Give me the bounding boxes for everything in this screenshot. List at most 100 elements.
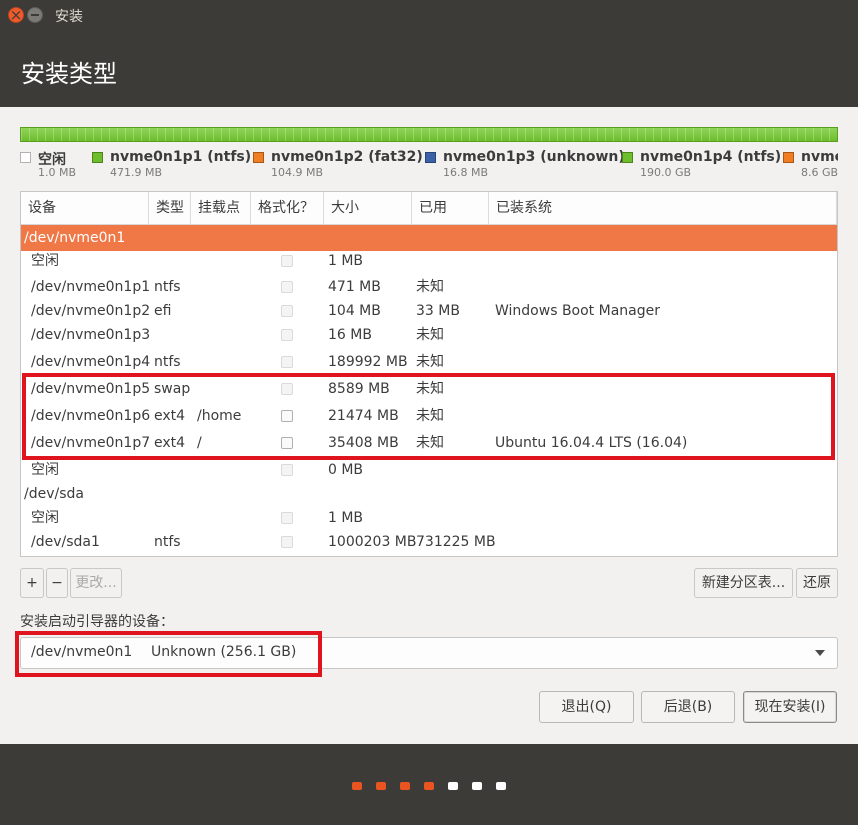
progress-dot xyxy=(448,782,458,790)
remove-partition-button[interactable]: − xyxy=(46,568,68,598)
close-window-button[interactable] xyxy=(8,5,24,25)
column-header[interactable]: 格式化？ xyxy=(251,192,324,224)
partition-row[interactable]: /dev/nvme0n1p3 16 MB 未知 xyxy=(21,322,837,348)
installed-system-cell: Ubuntu 16.04.4 LTS (16.04) xyxy=(495,435,688,451)
bootloader-device-select[interactable]: /dev/nvme0n1 Unknown (256.1 GB) xyxy=(20,637,838,669)
size-cell: 104 MB xyxy=(328,303,381,319)
progress-dot xyxy=(376,782,386,790)
type-cell: efi xyxy=(154,303,172,319)
device-cell: /dev/nvme0n1p4 xyxy=(31,354,151,370)
used-cell: 未知 xyxy=(416,354,444,370)
partition-row[interactable]: /dev/nvme0n1p5 swap 8589 MB 未知 xyxy=(21,376,837,402)
legend-size: 16.8 MB xyxy=(443,166,489,179)
format-checkbox[interactable] xyxy=(281,410,293,422)
progress-dot xyxy=(400,782,410,790)
progress-dot xyxy=(352,782,362,790)
installer-footer xyxy=(0,744,858,825)
format-checkbox xyxy=(281,329,293,341)
legend-size: 471.9 MB xyxy=(110,166,163,179)
disk-row[interactable]: /dev/sda xyxy=(21,481,837,507)
partition-legend: 空闲 1.0 MB nvme0n1p1 (ntfs) 471.9 MB nvme0n1p… xyxy=(20,149,838,185)
column-header[interactable]: 设备 xyxy=(21,192,149,224)
legend-swatch xyxy=(92,152,103,163)
column-header[interactable]: 类型 xyxy=(149,192,191,224)
add-partition-button[interactable]: + xyxy=(20,568,44,598)
new-partition-table-button[interactable]: 新建分区表... xyxy=(694,568,793,598)
partition-row[interactable]: 空闲 1 MB xyxy=(21,505,837,531)
legend-swatch xyxy=(783,152,794,163)
device-cell: 空闲 xyxy=(31,462,59,478)
mount-cell: / xyxy=(197,435,202,451)
dropdown-arrow-icon xyxy=(815,650,825,656)
device-cell: /dev/nvme0n1p3 xyxy=(31,327,151,343)
legend-name: nvme0n1p1 (ntfs) xyxy=(110,149,252,165)
partition-row[interactable]: 空闲 0 MB xyxy=(21,457,837,483)
used-cell: 731225 MB xyxy=(416,534,496,550)
legend-name: nvme0n1p4 (ntfs) xyxy=(640,149,782,165)
size-cell: 189992 MB xyxy=(328,354,408,370)
partition-table[interactable]: 设备 类型 挂载点 格式化？ 大小 已用 已装系统 /dev/nvme0n1 空闲 1 MB/d… xyxy=(20,191,838,557)
used-cell: 未知 xyxy=(416,327,444,343)
main-content: 空闲 1.0 MB nvme0n1p1 (ntfs) 471.9 MB nvme0n1p… xyxy=(0,107,858,744)
legend-size: 190.0 GB xyxy=(640,166,692,179)
page-header: 安装类型 xyxy=(0,30,858,107)
legend-swatch xyxy=(622,152,633,163)
back-button[interactable]: 后退(B) xyxy=(641,691,735,723)
type-cell: ext4 xyxy=(154,408,186,424)
device-cell: /dev/nvme0n1p1 xyxy=(31,279,151,295)
format-checkbox xyxy=(281,281,293,293)
format-checkbox xyxy=(281,305,293,317)
size-cell: 8589 MB xyxy=(328,381,390,397)
bootloader-device-value: /dev/nvme0n1 xyxy=(31,644,133,660)
progress-dot xyxy=(424,782,434,790)
device-cell: 空闲 xyxy=(31,510,59,526)
legend-swatch xyxy=(253,152,264,163)
partition-row[interactable]: 空闲 1 MB xyxy=(21,248,837,274)
legend-name: nvme0n1p5 (linux-swap) xyxy=(801,149,838,165)
used-cell: 未知 xyxy=(416,279,444,295)
device-cell: /dev/nvme0n1p5 xyxy=(31,381,151,397)
partition-usage-bar xyxy=(20,127,838,142)
format-checkbox xyxy=(281,464,293,476)
legend-size: 8.6 GB xyxy=(801,166,838,179)
type-cell: swap xyxy=(154,381,191,397)
bootloader-device-label: 安装启动引导器的设备： xyxy=(20,614,174,630)
used-cell: 33 MB xyxy=(416,303,460,319)
column-header[interactable]: 挂载点 xyxy=(191,192,251,224)
install-now-button[interactable]: 现在安装(I) xyxy=(743,691,837,723)
used-cell: 未知 xyxy=(416,381,444,397)
size-cell: 1000203 MB xyxy=(328,534,417,550)
device-cell: 空闲 xyxy=(31,253,59,269)
format-checkbox xyxy=(281,512,293,524)
installed-system-cell: Windows Boot Manager xyxy=(495,303,660,319)
bootloader-device-description: Unknown (256.1 GB) xyxy=(151,644,297,660)
quit-button[interactable]: 退出(Q) xyxy=(539,691,634,723)
device-cell: /dev/sda xyxy=(24,486,84,502)
size-cell: 21474 MB xyxy=(328,408,399,424)
size-cell: 1 MB xyxy=(328,253,364,269)
partition-row[interactable]: /dev/nvme0n1p1 ntfs 471 MB 未知 xyxy=(21,274,837,300)
used-cell: 未知 xyxy=(416,435,444,451)
change-partition-button[interactable]: 更改... xyxy=(70,568,122,598)
minimize-window-button[interactable] xyxy=(27,7,43,23)
type-cell: ext4 xyxy=(154,435,186,451)
partition-row[interactable]: /dev/nvme0n1p2 efi 104 MB 33 MB Windows Boot… xyxy=(21,298,837,324)
legend-size: 1.0 MB xyxy=(38,166,77,179)
revert-button[interactable]: 还原 xyxy=(796,568,838,598)
partition-row[interactable]: /dev/sda1 ntfs 1000203 MB 731225 MB xyxy=(21,529,837,555)
column-header[interactable]: 已装系统 xyxy=(489,192,837,224)
partition-row[interactable]: /dev/nvme0n1p6 ext4/home 21474 MB 未知 xyxy=(21,403,837,429)
size-cell: 35408 MB xyxy=(328,435,399,451)
partition-row[interactable]: /dev/nvme0n1p4 ntfs 189992 MB 未知 xyxy=(21,349,837,375)
legend-swatch xyxy=(20,152,31,163)
partition-row[interactable]: /dev/nvme0n1p7 ext4 / 35408 MB 未知 Ubuntu 16.0… xyxy=(21,430,837,456)
format-checkbox xyxy=(281,255,293,267)
column-header[interactable]: 已用 xyxy=(412,192,489,224)
legend-size: 104.9 MB xyxy=(271,166,324,179)
type-cell: ntfs xyxy=(154,279,181,295)
device-cell: /dev/nvme0n1p6 xyxy=(31,408,151,424)
partition-table-header: 设备 类型 挂载点 格式化？ 大小 已用 已装系统 xyxy=(21,192,837,225)
page-title: 安装类型 xyxy=(21,60,117,88)
column-header[interactable]: 大小 xyxy=(324,192,412,224)
format-checkbox[interactable] xyxy=(281,437,293,449)
